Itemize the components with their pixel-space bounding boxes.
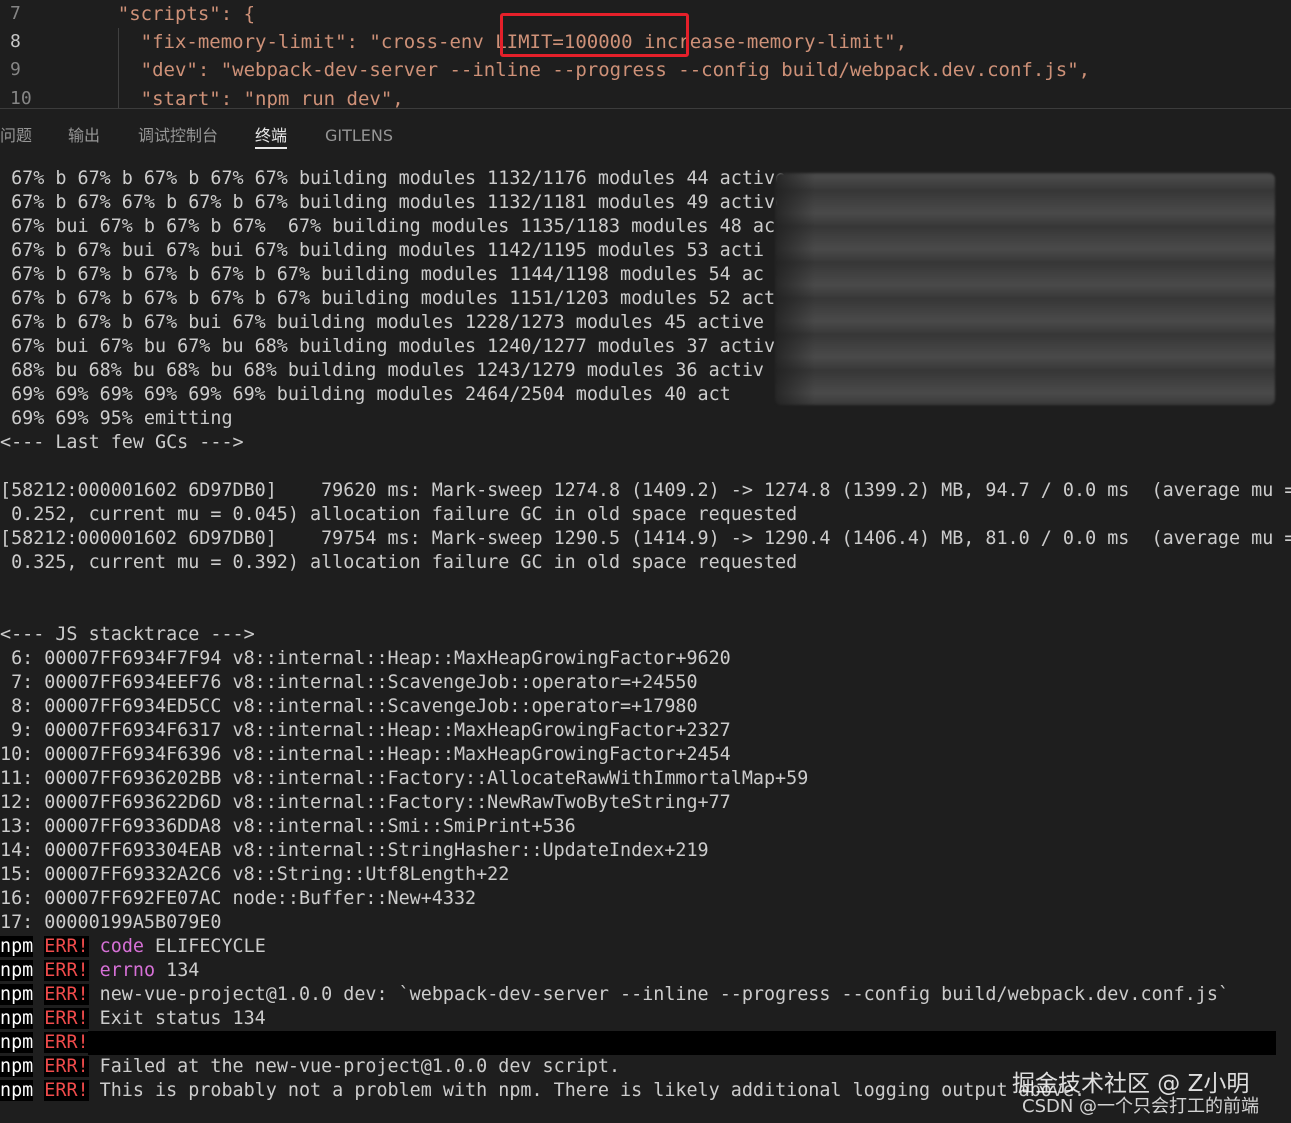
error-text: new-vue-project@1.0.0 dev: `webpack-dev-…	[88, 984, 1230, 1005]
npm-prefix: npm	[0, 936, 34, 957]
npm-prefix: npm	[0, 960, 34, 981]
stack-frame: 16: 00007FF692FE07AC node::Buffer::New+4…	[0, 888, 477, 909]
npm-error-line: npm ERR! Failed at the new-vue-project@1…	[0, 1055, 620, 1079]
stack-frame: 12: 00007FF693622D6D v8::internal::Facto…	[0, 792, 731, 813]
line-number-gutter: 7 8 9 10	[0, 0, 72, 108]
line-number: 10	[10, 88, 32, 108]
progress-line: 69% 69% 95% emitting	[0, 408, 233, 429]
npm-prefix: npm	[0, 1008, 34, 1029]
error-key: code	[99, 936, 144, 957]
stack-frame: 8: 00007FF6934ED5CC v8::internal::Scaven…	[0, 696, 698, 717]
npm-error-line: npm ERR! code ELIFECYCLE	[0, 935, 266, 959]
panel-tab-bar: 问题 输出 调试控制台 终端 GITLENS	[0, 109, 1291, 157]
progress-line: 69% 69% 69% 69% 69% 69% building modules…	[0, 384, 731, 405]
err-tag: ERR!	[44, 1008, 89, 1029]
progress-line: 67% b 67% b 67% bui 67% building modules…	[0, 312, 764, 333]
progress-line: 67% b 67% 67% b 67% b 67% building modul…	[0, 192, 787, 213]
code-line[interactable]: "dev": "webpack-dev-server --inline --pr…	[72, 56, 1090, 84]
watermark-csdn: CSDN @一个只会打工的前端	[1022, 1096, 1260, 1117]
npm-prefix: npm	[0, 1056, 34, 1077]
gc-line: [58212:000001602 6D97DB0] 79620 ms: Mark…	[0, 480, 1291, 501]
progress-line: 67% bui 67% bu 67% bu 68% building modul…	[0, 336, 776, 357]
npm-error-line: npm ERR! This is probably not a problem …	[0, 1079, 1085, 1103]
error-key: errno	[99, 960, 156, 981]
tab-problems[interactable]: 问题	[0, 125, 32, 149]
line-number-active: 8	[10, 31, 21, 52]
error-text: ELIFECYCLE	[143, 936, 266, 957]
progress-line: 67% b 67% b 67% b 67% b 67% building mod…	[0, 264, 764, 285]
redacted-blur-region	[775, 173, 1275, 405]
npm-error-line: npm ERR!	[0, 1031, 89, 1055]
err-tag: ERR!	[44, 1032, 89, 1053]
err-tag: ERR!	[44, 1080, 89, 1101]
code-line-active[interactable]: "fix-memory-limit": "cross-env LIMIT=100…	[72, 28, 907, 56]
gc-line: 0.252, current mu = 0.045) allocation fa…	[0, 504, 798, 525]
stack-frame: 10: 00007FF6934F6396 v8::internal::Heap:…	[0, 744, 731, 765]
progress-line: 67% bui 67% b 67% b 67% 67% building mod…	[0, 216, 776, 237]
error-text: This is probably not a problem with npm.…	[88, 1080, 1086, 1101]
code-editor[interactable]: 7 8 9 10 "scripts": { "fix-memory-limit"…	[0, 0, 1291, 108]
stack-frame: 9: 00007FF6934F6317 v8::internal::Heap::…	[0, 720, 731, 741]
error-text: Exit status 134	[88, 1008, 266, 1029]
stack-frame: 13: 00007FF69336DDA8 v8::internal::Smi::…	[0, 816, 576, 837]
stack-frame: 14: 00007FF693304EAB v8::internal::Strin…	[0, 840, 709, 861]
code-line[interactable]: "scripts": {	[72, 0, 255, 28]
progress-line: 68% bu 68% bu 68% bu 68% building module…	[0, 360, 764, 381]
npm-error-line: npm ERR! new-vue-project@1.0.0 dev: `web…	[0, 983, 1229, 1007]
gc-line: 0.325, current mu = 0.392) allocation fa…	[0, 552, 798, 573]
tab-gitlens[interactable]: GITLENS	[325, 125, 393, 149]
stack-frame: 15: 00007FF69332A2C6 v8::String::Utf8Len…	[0, 864, 510, 885]
npm-prefix: npm	[0, 984, 34, 1005]
line-number: 9	[10, 59, 21, 80]
npm-prefix: npm	[0, 1032, 34, 1053]
empty-error-line-highlight	[88, 1031, 1276, 1055]
gc-header: <--- Last few GCs --->	[0, 432, 244, 453]
line-number: 7	[10, 3, 21, 24]
stack-frame: 17: 00000199A5B079E0	[0, 912, 222, 933]
npm-prefix: npm	[0, 1080, 34, 1101]
js-stacktrace-header: <--- JS stacktrace --->	[0, 624, 255, 645]
error-text: 134	[155, 960, 200, 981]
npm-error-line: npm ERR! errno 134	[0, 959, 199, 983]
tab-output[interactable]: 输出	[68, 125, 100, 149]
tab-terminal[interactable]: 终端	[255, 125, 288, 149]
terminal-output[interactable]: 67% b 67% b 67% b 67% 67% building modul…	[0, 167, 1291, 1123]
stack-frame: 7: 00007FF6934EEF76 v8::internal::Scaven…	[0, 672, 698, 693]
error-text: Failed at the new-vue-project@1.0.0 dev …	[88, 1056, 621, 1077]
progress-line: 67% b 67% b 67% b 67% 67% building modul…	[0, 168, 787, 189]
gc-line: [58212:000001602 6D97DB0] 79754 ms: Mark…	[0, 528, 1291, 549]
progress-line: 67% b 67% bui 67% bui 67% building modul…	[0, 240, 764, 261]
stack-frame: 11: 00007FF6936202BB v8::internal::Facto…	[0, 768, 809, 789]
progress-line: 67% b 67% b 67% b 67% b 67% building mod…	[0, 288, 776, 309]
code-line[interactable]: "start": "npm run dev",	[72, 85, 404, 108]
stack-frame: 6: 00007FF6934F7F94 v8::internal::Heap::…	[0, 648, 731, 669]
err-tag: ERR!	[44, 936, 89, 957]
err-tag: ERR!	[44, 984, 89, 1005]
tab-debug-console[interactable]: 调试控制台	[138, 125, 218, 149]
err-tag: ERR!	[44, 1056, 89, 1077]
npm-error-line: npm ERR! Exit status 134	[0, 1007, 266, 1031]
annotation-highlight-box	[500, 13, 689, 57]
err-tag: ERR!	[44, 960, 89, 981]
